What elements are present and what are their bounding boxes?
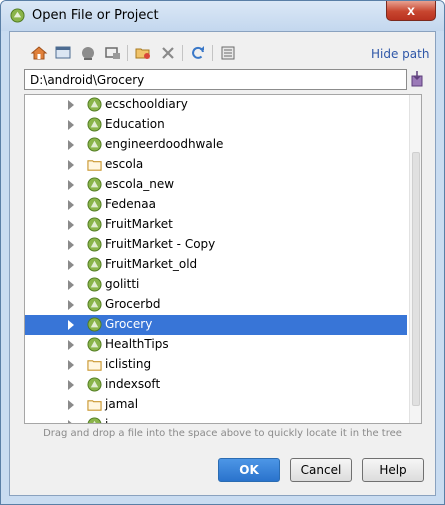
android-project-icon <box>87 257 102 272</box>
tree-item-label: Fedenaa <box>105 197 156 211</box>
tree-item-escola-new[interactable]: escola_new <box>25 175 407 195</box>
tree-item-label: indexsoft <box>105 377 161 391</box>
android-project-icon <box>87 217 102 232</box>
tree-item-label: escola_new <box>105 177 175 191</box>
open-file-dialog: Open File or Project x Hide path D:\andr… <box>0 0 445 505</box>
title-bar[interactable]: Open File or Project x <box>1 1 444 31</box>
tree-item-escola[interactable]: escola <box>25 155 407 175</box>
tree-item-label: engineerdoodhwale <box>105 137 224 151</box>
expand-arrow-icon[interactable] <box>68 180 74 190</box>
path-row <box>24 69 424 90</box>
file-tree[interactable]: ecschooldiary Education engineerdoodhwale e… <box>24 94 422 424</box>
android-project-icon <box>87 177 102 192</box>
expand-arrow-icon[interactable] <box>68 120 74 130</box>
path-history-icon[interactable] <box>410 70 424 88</box>
cancel-button[interactable]: Cancel <box>290 458 352 482</box>
tree-item-indexsoft[interactable]: indexsoft <box>25 375 407 395</box>
android-project-icon <box>87 297 102 312</box>
project-icon[interactable] <box>79 44 97 62</box>
android-project-icon <box>87 117 102 132</box>
tree-item-grocerbd[interactable]: Grocerbd <box>25 295 407 315</box>
expand-arrow-icon[interactable] <box>68 400 74 410</box>
tree-item-label: FruitMarket - Copy <box>105 237 216 251</box>
desktop-icon[interactable] <box>54 44 72 62</box>
tree-item-grocery[interactable]: Grocery <box>25 315 407 335</box>
expand-arrow-icon[interactable] <box>68 340 74 350</box>
module-icon[interactable] <box>104 44 122 62</box>
tree-item-label: jamal <box>105 397 139 411</box>
expand-arrow-icon[interactable] <box>68 260 74 270</box>
tree-item-ecschooldiary[interactable]: ecschooldiary <box>25 95 407 115</box>
tree-item-label: FruitMarket <box>105 217 173 231</box>
vertical-scroll-thumb[interactable] <box>412 152 420 406</box>
android-project-icon <box>87 237 102 252</box>
drag-drop-hint: Drag and drop a file into the space abov… <box>43 428 402 439</box>
close-icon: x <box>407 2 415 18</box>
android-project-icon <box>87 417 102 423</box>
show-hidden-icon[interactable] <box>219 44 237 62</box>
ok-button[interactable]: OK <box>218 458 280 482</box>
refresh-icon[interactable] <box>189 44 207 62</box>
toolbar-separator <box>127 45 128 61</box>
android-project-icon <box>87 97 102 112</box>
tree-item-healthtips[interactable]: HealthTips <box>25 335 407 355</box>
expand-arrow-icon[interactable] <box>68 200 74 210</box>
tree-item-fruitmarket[interactable]: FruitMarket <box>25 215 407 235</box>
tree-item-label: j... <box>105 417 120 424</box>
folder-icon <box>87 360 102 371</box>
tree-item-j[interactable]: j... <box>25 415 407 424</box>
android-project-icon <box>87 197 102 212</box>
home-icon[interactable] <box>30 44 48 62</box>
tree-item-label: golitti <box>105 277 140 291</box>
toolbar-separator <box>212 45 213 61</box>
tree-item-fruitmarket-old[interactable]: FruitMarket_old <box>25 255 407 275</box>
vertical-scrollbar[interactable] <box>409 95 421 423</box>
new-folder-icon[interactable] <box>134 44 152 62</box>
tree-item-education[interactable]: Education <box>25 115 407 135</box>
toolbar-separator <box>182 45 183 61</box>
android-project-icon <box>87 137 102 152</box>
tree-item-label: HealthTips <box>105 337 169 351</box>
expand-arrow-icon[interactable] <box>68 380 74 390</box>
android-project-icon <box>87 337 102 352</box>
expand-arrow-icon[interactable] <box>68 360 74 370</box>
expand-arrow-icon[interactable] <box>68 320 74 330</box>
toolbar: Hide path <box>10 40 435 66</box>
expand-arrow-icon[interactable] <box>68 220 74 230</box>
folder-icon <box>87 400 102 411</box>
tree-item-jamal[interactable]: jamal <box>25 395 407 415</box>
help-button[interactable]: Help <box>362 458 424 482</box>
expand-arrow-icon[interactable] <box>68 100 74 110</box>
android-project-icon <box>87 277 102 292</box>
folder-icon <box>87 160 102 171</box>
tree-item-label: FruitMarket_old <box>105 257 198 271</box>
tree-item-engineerdoodhwale[interactable]: engineerdoodhwale <box>25 135 407 155</box>
window-title: Open File or Project <box>32 8 159 23</box>
dialog-body: Hide path ecschooldiary Education engineer… <box>9 31 436 496</box>
expand-arrow-icon[interactable] <box>68 160 74 170</box>
android-project-icon <box>87 317 102 332</box>
tree-item-label: escola <box>105 157 144 171</box>
path-input[interactable] <box>24 69 407 90</box>
tree-item-iclisting[interactable]: iclisting <box>25 355 407 375</box>
android-studio-icon <box>10 8 25 23</box>
expand-arrow-icon[interactable] <box>68 140 74 150</box>
expand-arrow-icon[interactable] <box>68 240 74 250</box>
tree-item-label: Grocerbd <box>105 297 161 311</box>
expand-arrow-icon[interactable] <box>68 280 74 290</box>
close-button[interactable]: x <box>386 1 436 21</box>
tree-item-label: iclisting <box>105 357 152 371</box>
expand-arrow-icon[interactable] <box>68 300 74 310</box>
tree-item-fruitmarket-copy[interactable]: FruitMarket - Copy <box>25 235 407 255</box>
tree-item-label: Education <box>105 117 165 131</box>
tree-item-label: Grocery <box>105 317 153 331</box>
hide-path-link[interactable]: Hide path <box>371 47 429 61</box>
delete-icon[interactable] <box>159 44 177 62</box>
tree-item-label: ecschooldiary <box>105 97 188 111</box>
android-project-icon <box>87 377 102 392</box>
tree-item-golitti[interactable]: golitti <box>25 275 407 295</box>
expand-arrow-icon[interactable] <box>68 420 74 423</box>
tree-item-fedenaa[interactable]: Fedenaa <box>25 195 407 215</box>
